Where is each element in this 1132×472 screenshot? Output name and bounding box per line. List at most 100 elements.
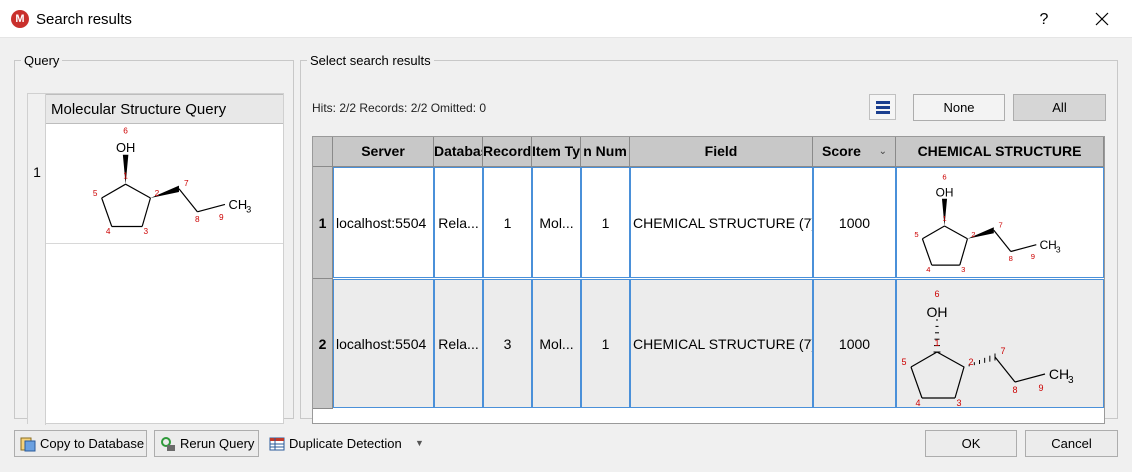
copy-to-database-button[interactable]: Copy to Database	[14, 430, 147, 457]
ok-button[interactable]: OK	[925, 430, 1017, 457]
app-logo-icon: M	[11, 10, 29, 28]
atom-number-label: 2	[155, 189, 160, 198]
results-legend: Select search results	[310, 53, 431, 68]
cell-server[interactable]: localhost:5504	[333, 279, 434, 408]
column-header-num[interactable]: n Num	[581, 137, 630, 167]
bond-line	[954, 366, 965, 399]
query-row-number: 1	[33, 164, 41, 180]
results-group: Select search results Hits: 2/2 Records:…	[300, 53, 1118, 424]
cell-item-type[interactable]: Mol...	[532, 279, 581, 408]
bond-line	[959, 238, 969, 266]
cell-score[interactable]: 1000	[813, 279, 896, 408]
atom-number-label: 7	[184, 179, 189, 188]
atom-number-label: 2	[968, 357, 973, 367]
cell-record-id[interactable]: 1	[483, 167, 532, 278]
bond-line	[910, 351, 938, 368]
oh-label: OH	[936, 185, 954, 199]
chevron-down-icon: ⌄	[878, 146, 887, 157]
rerun-query-label: Rerun Query	[180, 436, 255, 451]
bond-line	[910, 366, 923, 399]
row-header[interactable]: 1	[313, 167, 333, 279]
cell-score[interactable]: 1000	[813, 167, 896, 278]
ch3-label: CH	[229, 197, 248, 212]
hamburger-menu-icon	[876, 111, 890, 114]
oh-label: OH	[116, 140, 135, 155]
rerun-query-button[interactable]: Rerun Query	[154, 430, 259, 457]
column-header-field[interactable]: Field	[630, 137, 813, 167]
atom-number-label: 6	[934, 289, 939, 299]
column-header-database[interactable]: Databas	[434, 137, 483, 167]
atom-number-label: 8	[195, 215, 200, 224]
hamburger-menu-icon	[876, 106, 890, 109]
atom-number-label: 4	[106, 227, 111, 236]
bond-line	[994, 356, 1016, 383]
atom-number-label: 9	[219, 213, 224, 222]
atom-number-label: 3	[961, 265, 965, 274]
grid-corner[interactable]	[313, 137, 333, 167]
cell-item-type[interactable]: Mol...	[532, 167, 581, 278]
molecule-structure-2: OHCH312345678 9	[901, 289, 1074, 407]
atom-number-label: 1	[942, 214, 946, 223]
atom-number-label: 4	[915, 398, 920, 407]
cell-field[interactable]: CHEMICAL STRUCTURE (7)	[630, 167, 813, 278]
cell-num[interactable]: 1	[581, 279, 630, 408]
cell-record-id[interactable]: 3	[483, 279, 532, 408]
row-header[interactable]: 2	[313, 279, 333, 409]
cell-chemical-structure[interactable]: OH CH 3 1 2 3 4 5 6 7 8 9	[896, 279, 1104, 408]
hits-summary: Hits: 2/2 Records: 2/2 Omitted: 0	[312, 101, 487, 115]
copy-to-database-label: Copy to Database	[40, 436, 145, 451]
duplicate-detection-button[interactable]: Duplicate Detection ▼	[266, 430, 430, 457]
select-none-button[interactable]: None	[913, 94, 1005, 121]
results-grid: Server Databas RecordI Item Typ n Num Fi…	[312, 136, 1105, 424]
grid-empty-area	[333, 409, 1104, 423]
duplicate-detection-label: Duplicate Detection	[289, 436, 402, 451]
bond-line	[922, 225, 945, 240]
hamburger-menu-icon	[876, 101, 890, 104]
query-column-header: Molecular Structure Query	[46, 94, 283, 124]
cell-server[interactable]: localhost:5504	[333, 167, 434, 278]
query-molecule-structure: OHCH312345678 9	[93, 127, 251, 236]
atom-number-label: 6	[942, 172, 946, 181]
column-header-server[interactable]: Server	[333, 137, 434, 167]
column-header-record-id[interactable]: RecordI	[483, 137, 532, 167]
cell-database[interactable]: Rela...	[434, 167, 483, 278]
close-button[interactable]	[1088, 6, 1116, 32]
bond-line	[921, 238, 933, 266]
atom-number-label: 9	[1038, 383, 1043, 393]
cell-field[interactable]: CHEMICAL STRUCTURE (7)	[630, 279, 813, 408]
atom-number-label: 8	[1009, 254, 1013, 263]
dropdown-arrow-icon[interactable]: ▼	[415, 431, 424, 456]
close-icon	[1095, 12, 1109, 26]
cell-database[interactable]: Rela...	[434, 279, 483, 408]
atom-number-label: 5	[914, 230, 918, 239]
ch3-label: CH	[1049, 366, 1069, 382]
bond-line	[197, 203, 226, 213]
window-title: Search results	[36, 11, 132, 28]
oh-label: OH	[927, 304, 948, 320]
atom-number-label: 9	[1031, 252, 1035, 261]
column-header-item-type[interactable]: Item Typ	[532, 137, 581, 167]
help-button[interactable]: ?	[1030, 8, 1058, 32]
atom-number-label: 1	[934, 338, 939, 348]
ch3-subscript: 3	[1068, 375, 1074, 386]
column-menu-button[interactable]	[869, 94, 896, 120]
rerun-icon	[161, 437, 175, 451]
table-icon	[269, 437, 285, 451]
atom-number-label: 5	[901, 357, 906, 367]
atom-number-label: 7	[1000, 346, 1005, 356]
query-structure-cell[interactable]: OH CH 3 1 2 3 4 5 6 7 8 9	[46, 124, 283, 244]
bond-line	[101, 183, 126, 199]
cancel-button[interactable]: Cancel	[1025, 430, 1118, 457]
ch3-subscript: 3	[246, 205, 251, 215]
cell-chemical-structure[interactable]: OH CH 3 1 2 3 4 5 6 7 8 9	[896, 167, 1104, 278]
atom-number-label: 2	[971, 230, 975, 239]
select-all-button[interactable]: All	[1013, 94, 1106, 121]
column-header-score[interactable]: Score ⌄	[813, 137, 896, 167]
query-group: Query 1 Molecular Structure Query OH CH 3 1…	[14, 53, 294, 425]
title-bar: M Search results ?	[0, 0, 1132, 38]
atom-number-label: 7	[998, 221, 1002, 230]
cell-num[interactable]: 1	[581, 167, 630, 278]
bond-line	[101, 197, 113, 227]
bond-line	[993, 229, 1012, 252]
column-header-chemical-structure[interactable]: CHEMICAL STRUCTURE	[896, 137, 1104, 167]
